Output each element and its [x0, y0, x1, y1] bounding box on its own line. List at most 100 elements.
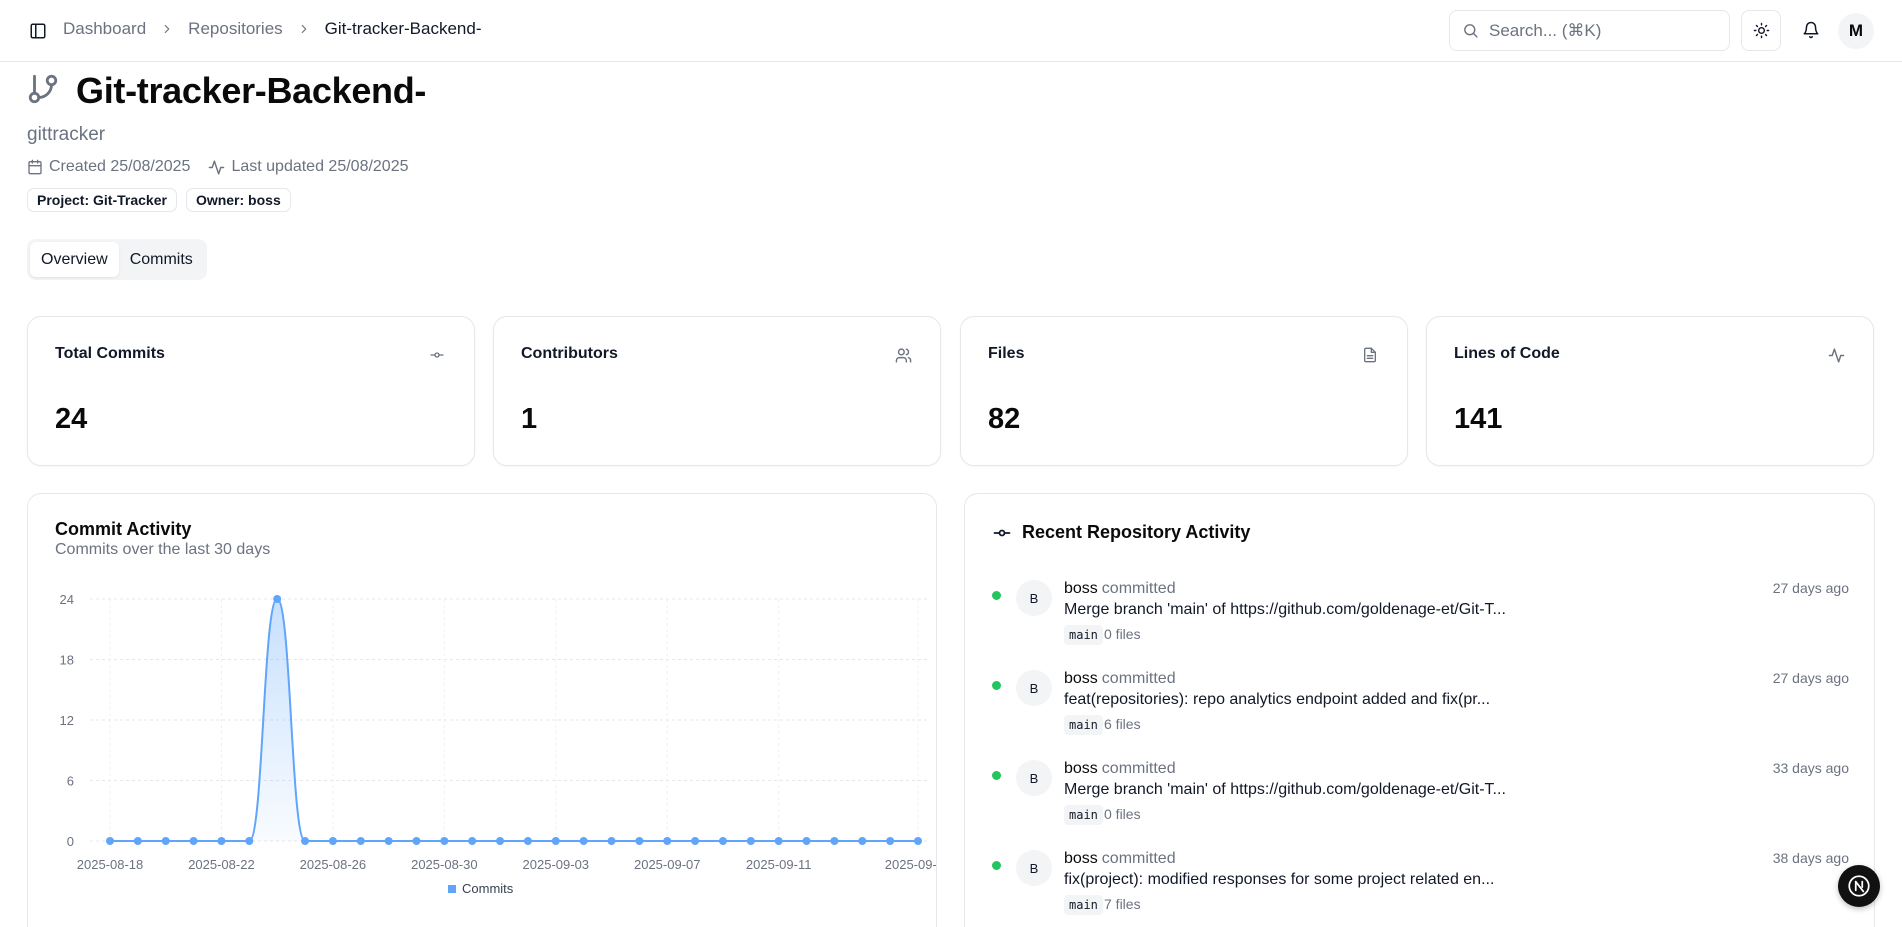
data-point	[523, 837, 532, 845]
page-title: Git-tracker-Backend-	[76, 70, 427, 111]
repo-badges: Project: Git-Tracker Owner: boss	[27, 188, 300, 212]
activity-icon	[208, 159, 231, 176]
activity-verb: committed	[1101, 850, 1176, 867]
data-point	[217, 837, 226, 845]
avatar: B	[1016, 670, 1052, 706]
x-tick-label: 2025-08-26	[300, 857, 367, 872]
data-point	[663, 837, 672, 845]
data-point	[189, 837, 198, 845]
stat-card-contributors: Contributors 1	[493, 316, 941, 466]
commit-message: Merge branch 'main' of https://github.co…	[1064, 601, 1506, 618]
breadcrumb-repositories[interactable]: Repositories	[188, 19, 283, 39]
breadcrumb-dashboard[interactable]: Dashboard	[63, 19, 146, 39]
x-tick-label: 2025-09-07	[634, 857, 701, 872]
owner-badge: Owner: boss	[185, 188, 291, 212]
stat-label: Contributors	[521, 345, 618, 362]
activity-item[interactable]: B boss committed Merge branch 'main' of h…	[992, 760, 1849, 840]
avatar: B	[1016, 760, 1052, 796]
recent-activity-card: Recent Repository Activity B boss committ…	[964, 493, 1875, 927]
legend-swatch	[448, 885, 456, 893]
activity-time: 33 days ago	[1772, 760, 1849, 776]
data-point	[106, 837, 114, 845]
stat-label: Total Commits	[55, 345, 165, 362]
repo-subtitle: gittracker	[27, 124, 106, 145]
stat-label: Files	[988, 345, 1025, 362]
theme-toggle-button[interactable]	[1741, 10, 1781, 51]
commit-message: feat(repositories): repo analytics endpo…	[1064, 691, 1491, 708]
chevron-right-icon	[160, 22, 174, 36]
x-tick-label: 2025-08-30	[411, 857, 478, 872]
data-point	[914, 837, 922, 845]
activity-author: boss	[1064, 760, 1098, 777]
activity-verb: committed	[1101, 760, 1176, 777]
project-badge: Project: Git-Tracker	[27, 188, 177, 212]
floating-action-button[interactable]	[1838, 865, 1880, 907]
activity-author: boss	[1064, 670, 1098, 687]
y-tick-label: 12	[60, 713, 74, 728]
activity-author: boss	[1064, 580, 1098, 597]
status-dot	[992, 861, 1001, 870]
data-point	[579, 837, 588, 845]
commit-activity-card: Commit Activity Commits over the last 30…	[27, 493, 937, 927]
stat-value: 1	[521, 403, 538, 435]
data-point	[718, 837, 727, 845]
n-logo-icon	[1846, 873, 1872, 899]
data-point	[746, 837, 755, 845]
activity-icon	[1826, 345, 1846, 365]
data-point	[301, 837, 310, 845]
stat-value: 82	[988, 403, 1021, 435]
activity-item[interactable]: B boss committed fix(project): modified r…	[992, 850, 1849, 927]
git-branch-icon	[26, 72, 60, 106]
commit-message: fix(project): modified responses for som…	[1064, 871, 1495, 888]
x-tick-label: 2025-09-11	[746, 857, 812, 872]
data-point	[133, 837, 142, 845]
data-point	[328, 837, 337, 845]
user-avatar[interactable]: M	[1838, 13, 1874, 49]
git-commit-icon	[427, 345, 447, 365]
commit-message: Merge branch 'main' of https://github.co…	[1064, 781, 1506, 798]
activity-line: boss committed	[1064, 580, 1176, 598]
git-commit-icon	[992, 523, 1012, 543]
top-bar: Dashboard Repositories Git-tracker-Backe…	[0, 0, 1902, 62]
data-point	[356, 837, 365, 845]
data-point	[273, 595, 282, 603]
activity-time: 38 days ago	[1772, 850, 1849, 866]
data-point	[830, 837, 839, 845]
search-input[interactable]: Search... (⌘K)	[1449, 10, 1730, 51]
avatar: B	[1016, 580, 1052, 616]
activity-item[interactable]: B boss committed Merge branch 'main' of h…	[992, 580, 1849, 660]
data-point	[691, 837, 700, 845]
activity-line: boss committed	[1064, 670, 1176, 688]
search-placeholder: Search... (⌘K)	[1489, 20, 1602, 40]
status-dot	[992, 591, 1001, 600]
status-dot	[992, 681, 1001, 690]
tab-list: Overview Commits	[27, 239, 207, 280]
sidebar-toggle-icon[interactable]	[27, 20, 49, 42]
activity-line: boss committed	[1064, 760, 1176, 778]
repo-meta: Created 25/08/2025 Last updated 25/08/20…	[27, 158, 427, 176]
activity-item[interactable]: B boss committed feat(repositories): repo…	[992, 670, 1849, 750]
x-tick-label: 2025-08-18	[77, 857, 144, 872]
activity-header: Recent Repository Activity	[992, 522, 1250, 543]
series-line-commits	[109, 597, 918, 842]
y-tick-label: 0	[67, 834, 74, 849]
activity-verb: committed	[1101, 580, 1176, 597]
y-tick-label: 18	[60, 653, 74, 668]
users-icon	[893, 345, 913, 365]
stat-value: 24	[55, 403, 88, 435]
activity-time: 27 days ago	[1772, 580, 1849, 596]
data-point	[886, 837, 895, 845]
data-point	[384, 837, 393, 845]
avatar: B	[1016, 850, 1052, 886]
updated-text: Last updated 25/08/2025	[231, 158, 409, 175]
tab-commits[interactable]: Commits	[119, 242, 204, 277]
data-point	[774, 837, 783, 845]
tab-overview[interactable]: Overview	[30, 242, 119, 277]
activity-time: 27 days ago	[1772, 670, 1849, 686]
notifications-button[interactable]	[1797, 16, 1825, 44]
data-point	[607, 837, 616, 845]
branch-badge: main	[1064, 715, 1103, 735]
data-point	[496, 837, 505, 845]
search-icon	[1462, 22, 1479, 39]
branch-badge: main	[1064, 895, 1103, 915]
